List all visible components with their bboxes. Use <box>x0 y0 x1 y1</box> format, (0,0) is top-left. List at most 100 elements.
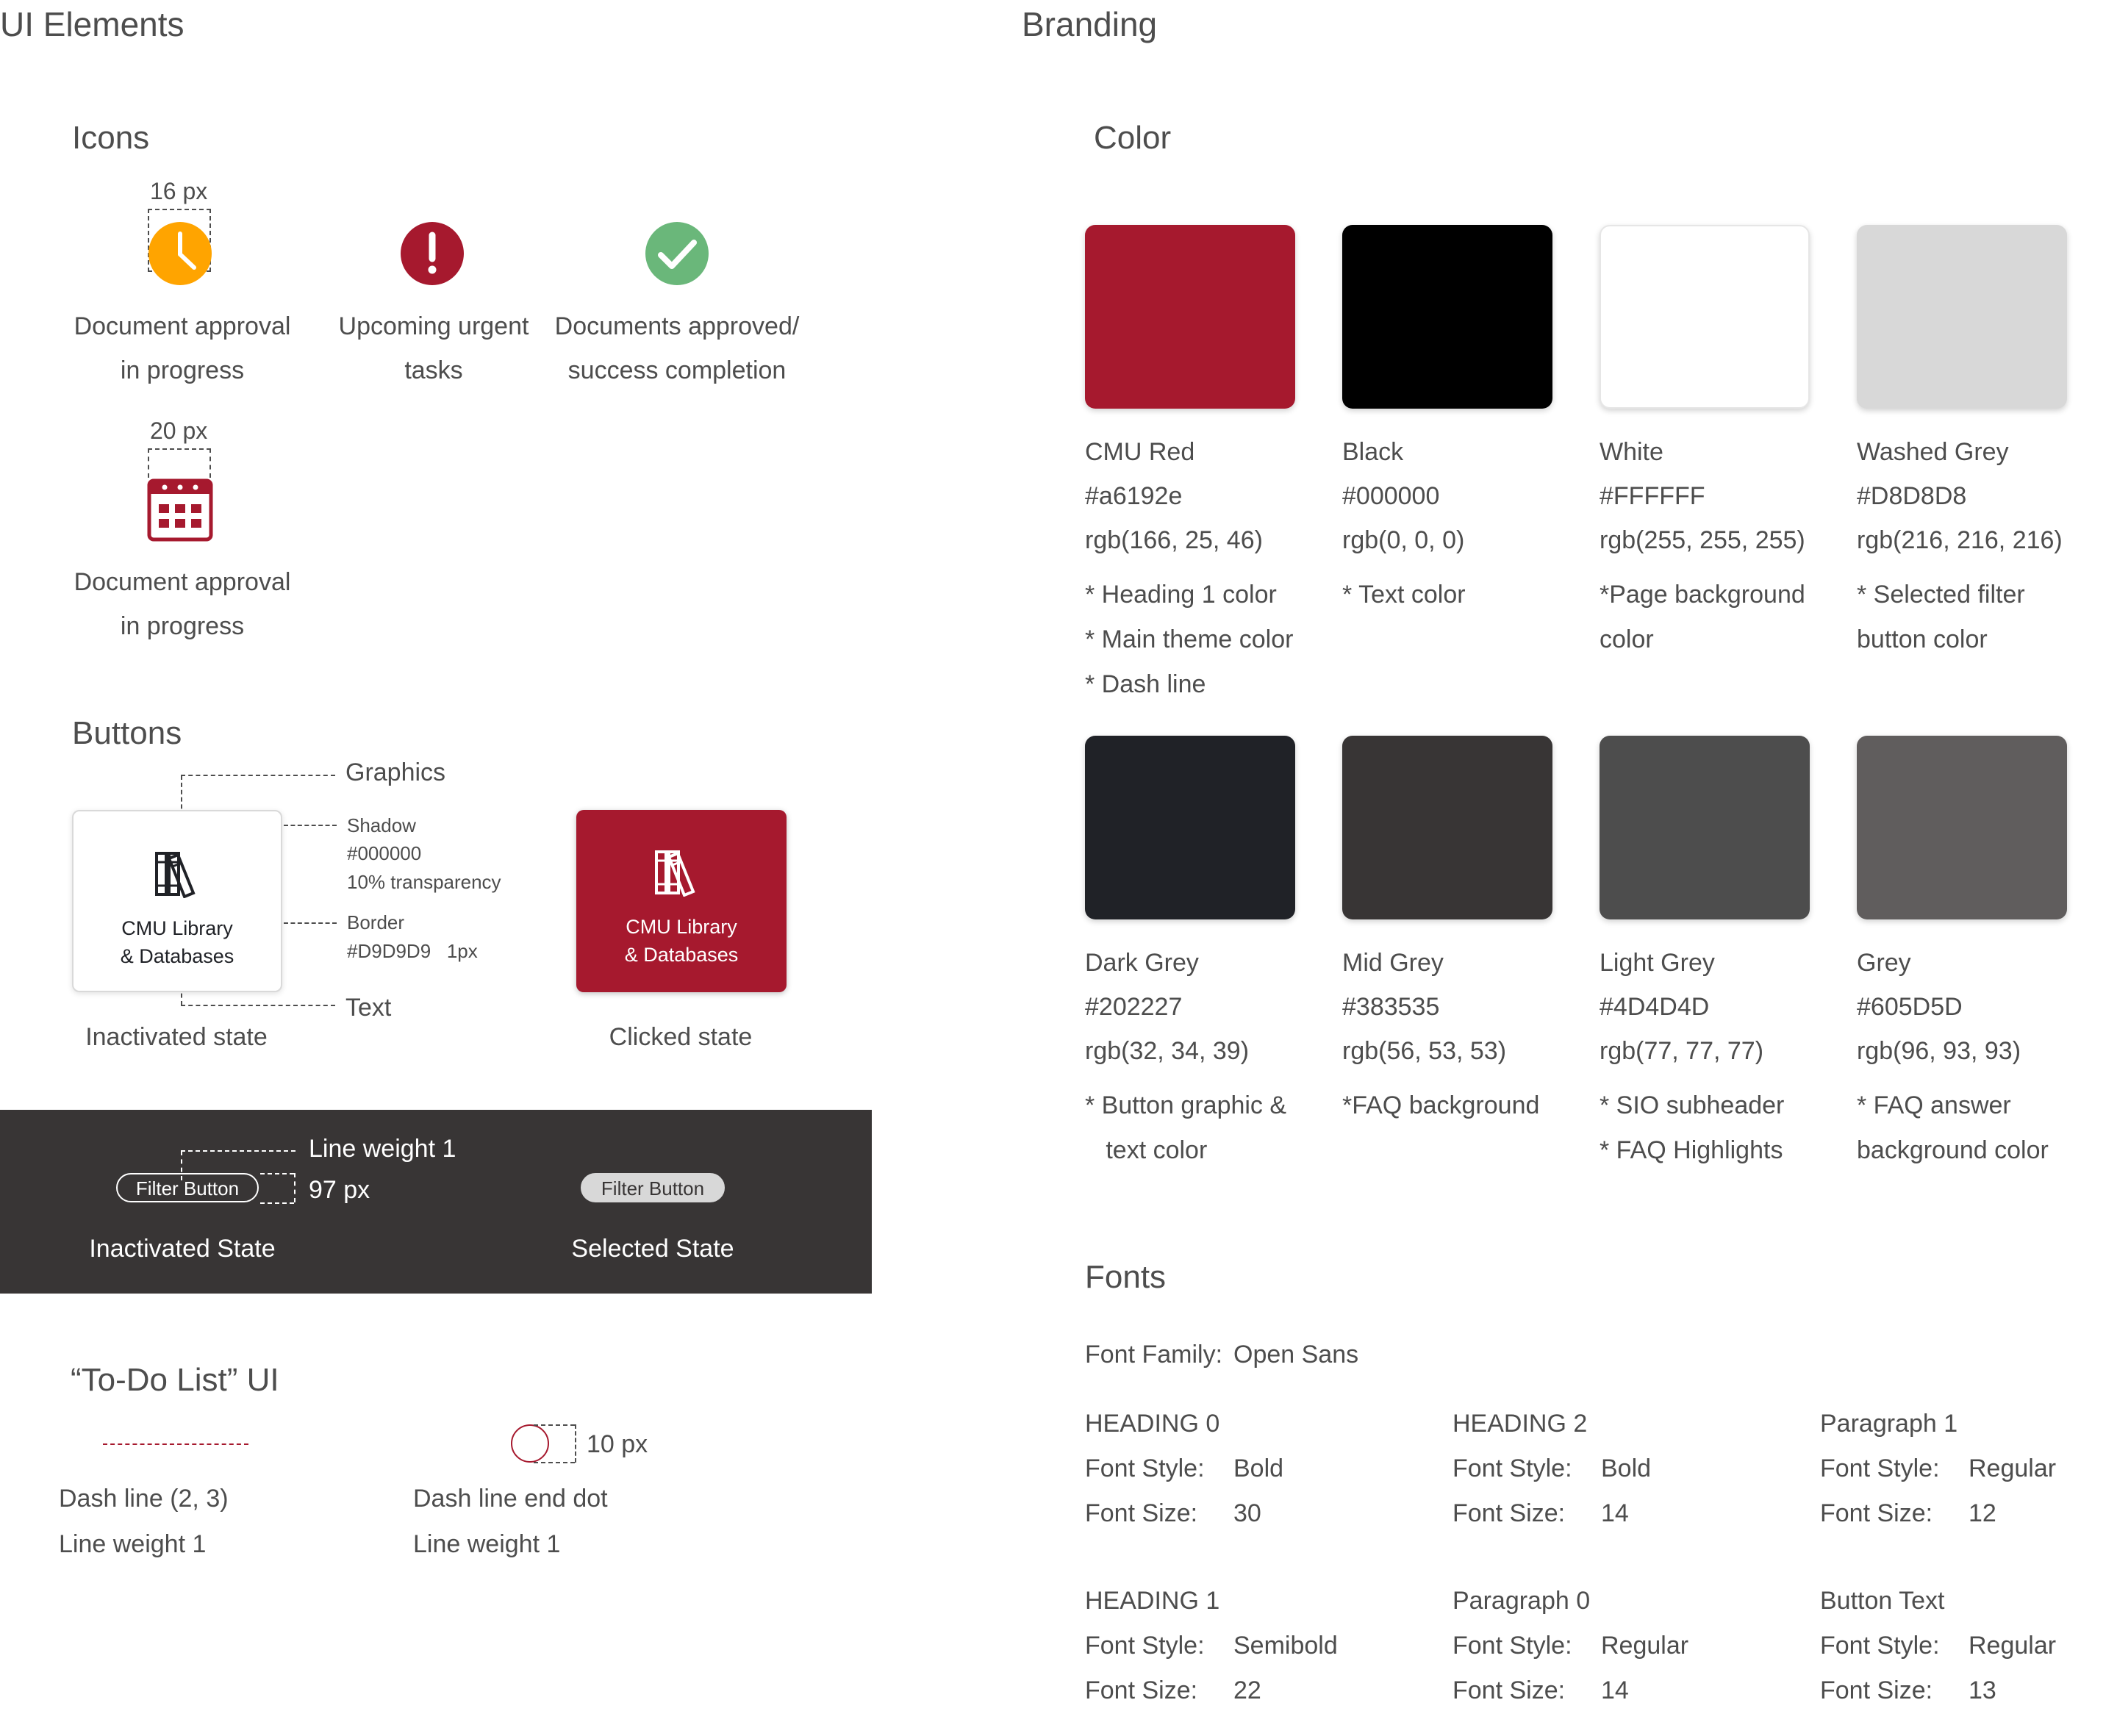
font-heading-1-size: 22 <box>1233 1676 1261 1704</box>
swatch-grey <box>1857 736 2067 919</box>
swatch-black <box>1342 225 1552 409</box>
color-dark-grey-rgb: rgb(32, 34, 39) <box>1085 1037 1250 1065</box>
color-black-rgb: rgb(0, 0, 0) <box>1342 526 1465 554</box>
icon-size-20-label: 20 px <box>150 417 208 444</box>
color-washed-grey-hex: #D8D8D8 <box>1857 482 1967 510</box>
todo-title: “To-Do List” UI <box>71 1362 279 1398</box>
calendar-icon <box>147 478 213 542</box>
color-mid-grey-name: Mid Grey <box>1342 949 1444 977</box>
icon-size-20-box <box>148 448 211 478</box>
color-light-grey-name: Light Grey <box>1600 949 1715 977</box>
cmu-library-button-label-line2: & Databases <box>120 945 234 967</box>
color-grey-note-1: background color <box>1857 1136 2049 1164</box>
annotation-text: Text <box>345 994 392 1022</box>
color-grey-name: Grey <box>1857 949 1911 977</box>
annotation-shadow: Shadow <box>347 814 416 836</box>
font-heading-2-style: Bold <box>1601 1455 1652 1482</box>
font-paragraph-1-size-label: Font Size: <box>1820 1499 1933 1527</box>
dot-size-leader <box>575 1424 576 1463</box>
icon-caption-1-line2: in progress <box>120 356 245 384</box>
inactive-state-caption: Inactivated state <box>85 1023 268 1051</box>
color-black-note-0: * Text color <box>1342 581 1466 609</box>
font-paragraph-1-style: Regular <box>1969 1455 2057 1482</box>
todo-end-dot-caption: Dash line end dot <box>413 1485 608 1513</box>
color-cmu-red-hex: #a6192e <box>1085 482 1183 510</box>
font-family-label: Font Family: <box>1085 1341 1223 1369</box>
cmu-library-button-inactive[interactable]: CMU Library & Databases <box>72 810 282 992</box>
border-leader <box>284 922 337 924</box>
color-washed-grey-note-0: * Selected filter <box>1857 581 2025 609</box>
color-cmu-red-note-2: * Dash line <box>1085 670 1206 698</box>
font-heading-0-style: Bold <box>1233 1455 1284 1482</box>
color-washed-grey-rgb: rgb(216, 216, 216) <box>1857 526 2063 554</box>
color-mid-grey-note-0: *FAQ background <box>1342 1091 1540 1119</box>
todo-dash-line-weight: Line weight 1 <box>59 1530 207 1558</box>
todo-dot-size-label: 10 px <box>587 1430 648 1458</box>
color-black-hex: #000000 <box>1342 482 1440 510</box>
font-paragraph-0-size-label: Font Size: <box>1452 1676 1566 1704</box>
icon-caption-4-line1: Document approval <box>74 568 291 596</box>
check-icon <box>645 222 709 285</box>
line-weight-leader <box>181 1150 295 1152</box>
font-paragraph-1-style-label: Font Style: <box>1820 1455 1940 1482</box>
annotation-border: Border <box>347 911 405 933</box>
books-icon <box>154 850 212 902</box>
color-dark-grey-name: Dark Grey <box>1085 949 1199 977</box>
filter-button-inactive[interactable]: Filter Button <box>116 1173 259 1202</box>
fonts-title: Fonts <box>1085 1259 1167 1295</box>
swatch-cmu-red <box>1085 225 1295 409</box>
annotation-border-value: #D9D9D9 1px <box>347 940 478 962</box>
color-white-note-0: *Page background <box>1600 581 1805 609</box>
font-heading-0-name: HEADING 0 <box>1085 1410 1220 1438</box>
todo-end-dot-weight: Line weight 1 <box>413 1530 561 1558</box>
color-cmu-red-name: CMU Red <box>1085 438 1195 466</box>
font-button-text-style-label: Font Style: <box>1820 1632 1940 1660</box>
text-leader <box>181 1005 335 1006</box>
font-heading-2-size-label: Font Size: <box>1452 1499 1566 1527</box>
clock-icon <box>148 222 212 285</box>
font-heading-2-size: 14 <box>1601 1499 1629 1527</box>
ui-elements-title: UI Elements <box>0 5 185 43</box>
color-light-grey-rgb: rgb(77, 77, 77) <box>1600 1037 1764 1065</box>
width-top-tick <box>260 1173 294 1174</box>
font-paragraph-0-style-label: Font Style: <box>1452 1632 1572 1660</box>
filter-button-selected[interactable]: Filter Button <box>581 1173 725 1202</box>
books-icon <box>654 848 712 900</box>
color-white-note-1: color <box>1600 625 1654 653</box>
graphics-leader <box>181 775 335 776</box>
font-heading-2-style-label: Font Style: <box>1452 1455 1572 1482</box>
cmu-library-button-clicked[interactable]: CMU Library & Databases <box>576 810 787 992</box>
font-paragraph-1-name: Paragraph 1 <box>1820 1410 1958 1438</box>
swatch-washed-grey <box>1857 225 2067 409</box>
filter-width-label: 97 px <box>309 1176 370 1204</box>
todo-dash-line-sample <box>103 1443 248 1445</box>
cmu-library-button-label-line1: CMU Library <box>121 917 233 939</box>
font-paragraph-0-style: Regular <box>1601 1632 1689 1660</box>
todo-end-dot-sample <box>511 1424 549 1463</box>
font-button-text-name: Button Text <box>1820 1587 1945 1615</box>
font-button-text-style: Regular <box>1969 1632 2057 1660</box>
color-black-name: Black <box>1342 438 1404 466</box>
color-title: Color <box>1094 120 1172 156</box>
color-mid-grey-rgb: rgb(56, 53, 53) <box>1342 1037 1507 1065</box>
font-heading-0-size-label: Font Size: <box>1085 1499 1198 1527</box>
color-mid-grey-hex: #383535 <box>1342 993 1440 1021</box>
font-heading-2-name: HEADING 2 <box>1452 1410 1588 1438</box>
buttons-title: Buttons <box>72 715 182 751</box>
todo-dash-line-caption: Dash line (2, 3) <box>59 1485 229 1513</box>
annotation-graphics: Graphics <box>345 758 446 786</box>
color-washed-grey-note-1: button color <box>1857 625 1988 653</box>
color-cmu-red-note-0: * Heading 1 color <box>1085 581 1277 609</box>
color-dark-grey-hex: #202227 <box>1085 993 1183 1021</box>
exclamation-icon <box>401 222 464 285</box>
width-bottom-tick <box>260 1202 294 1204</box>
swatch-dark-grey <box>1085 736 1295 919</box>
font-heading-1-size-label: Font Size: <box>1085 1676 1198 1704</box>
font-heading-1-style-label: Font Style: <box>1085 1632 1205 1660</box>
annotation-shadow-color: #000000 <box>347 842 422 864</box>
cmu-library-clicked-label-line2: & Databases <box>624 944 739 966</box>
color-grey-note-0: * FAQ answer <box>1857 1091 2011 1119</box>
font-family-value: Open Sans <box>1233 1341 1359 1369</box>
filter-demo-panel: Line weight 1 Filter Button 97 px Filter… <box>0 1110 872 1294</box>
color-light-grey-note-0: * SIO subheader <box>1600 1091 1785 1119</box>
